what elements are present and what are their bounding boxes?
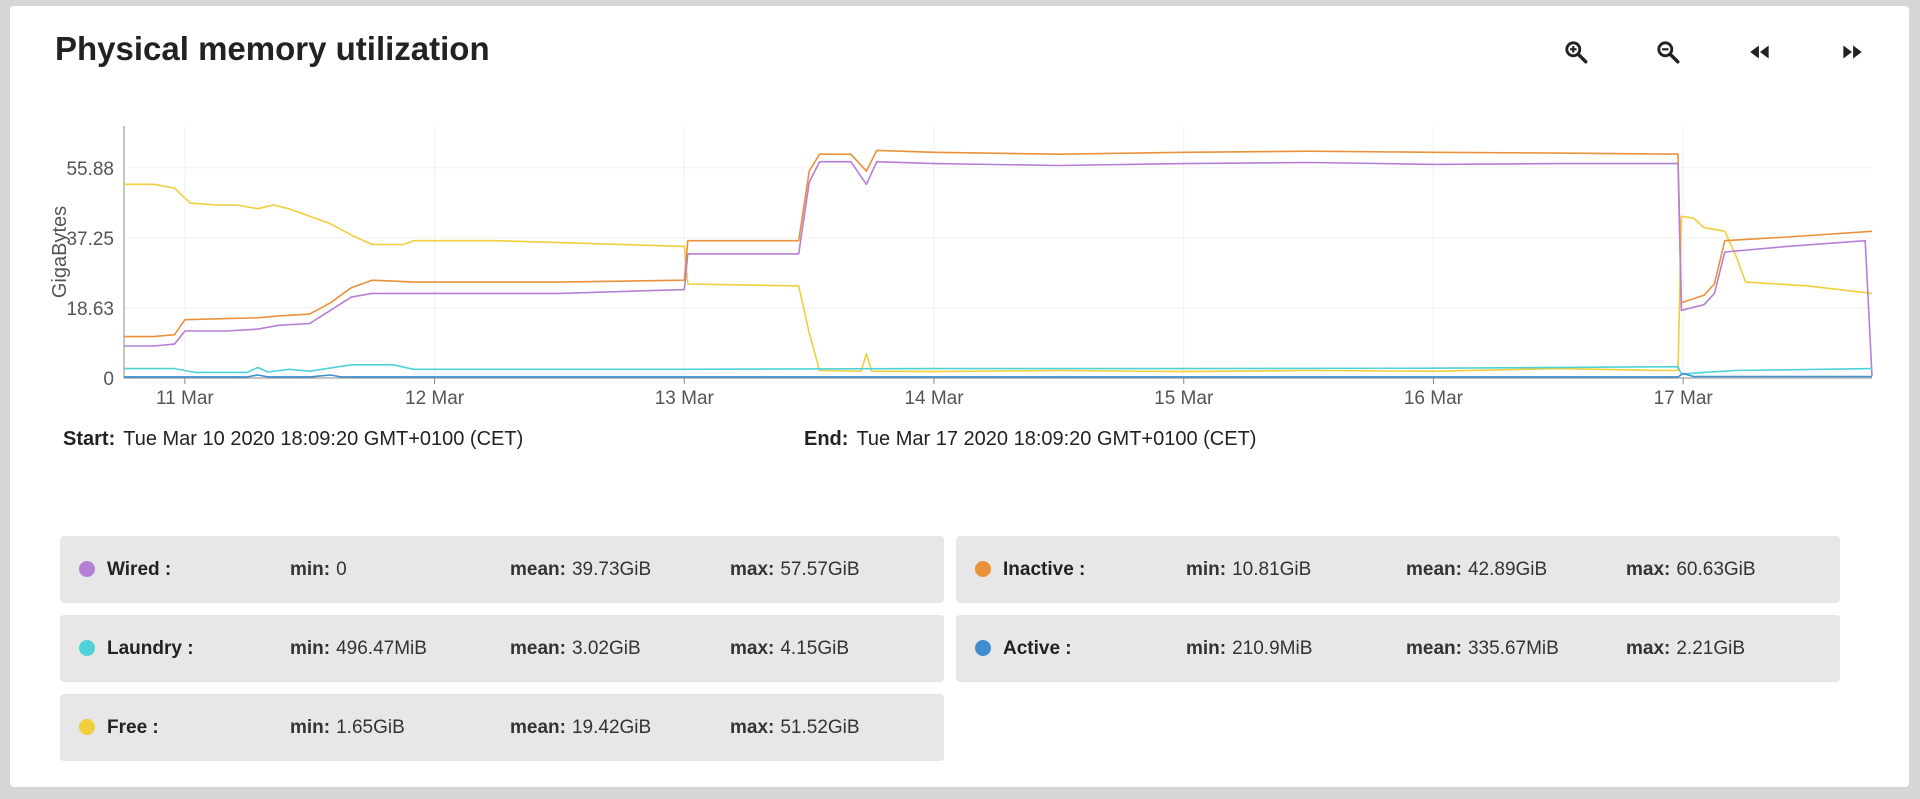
series-color-dot: [79, 561, 95, 577]
series-color-dot: [975, 561, 991, 577]
chart-card: Physical memory utilization 11 Mar 12 Ma…: [10, 6, 1909, 787]
pan-forward-button[interactable]: [1830, 30, 1874, 74]
series-name: Active :: [1003, 638, 1072, 659]
zoom-out-button[interactable]: [1646, 30, 1690, 74]
stat-min: min: 496.47MiB: [290, 638, 427, 660]
x-tick-label: 13 Mar: [655, 388, 715, 409]
stat-min-value: 10.81GiB: [1232, 559, 1312, 580]
stat-min: min: 210.9MiB: [1186, 638, 1312, 660]
stat-mean: mean: 3.02GiB: [510, 638, 641, 660]
start-label: Start:: [63, 428, 116, 450]
series-line-active: [124, 372, 1872, 378]
series-color-dot: [975, 640, 991, 656]
series-name: Inactive :: [1003, 559, 1086, 580]
y-axis-title: GigaBytes: [49, 206, 71, 298]
y-tick-label: 55.88: [66, 159, 114, 180]
fast-forward-icon: [1843, 45, 1862, 59]
stat-mean-label: mean:: [1406, 559, 1462, 580]
stat-max-value: 51.52GiB: [780, 717, 860, 738]
stat-max-label: max:: [1626, 559, 1671, 580]
stat-mean: mean: 335.67MiB: [1406, 638, 1559, 660]
stat-mean-label: mean:: [510, 717, 566, 738]
stat-min: min: 0: [290, 559, 347, 581]
stat-mean-value: 3.02GiB: [571, 638, 641, 659]
stat-mean-label: mean:: [510, 638, 566, 659]
end-time: End: Tue Mar 17 2020 18:09:20 GMT+0100 (C…: [804, 428, 1256, 451]
stat-mean: mean: 42.89GiB: [1406, 559, 1547, 581]
end-label: End:: [804, 428, 849, 450]
y-tick-label: 37.25: [66, 229, 114, 250]
start-value: Tue Mar 10 2020 18:09:20 GMT+0100 (CET): [123, 428, 524, 450]
x-tick-label: 15 Mar: [1154, 388, 1214, 409]
stat-min-label: min:: [290, 717, 331, 738]
stat-min: min: 1.65GiB: [290, 717, 405, 739]
legend: Wired : min: 0 mean: 39.73GiB max: 57.57GiB Ina…: [60, 536, 1850, 761]
x-tick-label: 14 Mar: [904, 388, 964, 409]
end-value: Tue Mar 17 2020 18:09:20 GMT+0100 (CET): [856, 428, 1257, 450]
series-line-inactive: [124, 149, 1873, 338]
stat-min-value: 1.65GiB: [336, 717, 405, 738]
stat-min-label: min:: [290, 559, 331, 580]
series-line-free: [124, 183, 1873, 373]
stat-mean: mean: 39.73GiB: [510, 559, 651, 581]
series-name: Free :: [107, 717, 159, 738]
stat-max-label: max:: [1626, 638, 1671, 659]
stat-mean-label: mean:: [1406, 638, 1462, 659]
stat-mean-value: 19.42GiB: [571, 717, 652, 738]
stat-min-label: min:: [1186, 559, 1227, 580]
legend-item[interactable]: Free : min: 1.65GiB mean: 19.42GiB max: 51.52G…: [60, 694, 944, 761]
stat-min: min: 10.81GiB: [1186, 559, 1311, 581]
stat-max: max: 4.15GiB: [730, 638, 849, 660]
legend-item[interactable]: Wired : min: 0 mean: 39.73GiB max: 57.57GiB: [60, 536, 944, 603]
y-tick-label: 0: [103, 369, 114, 390]
stat-max: max: 51.52GiB: [730, 717, 860, 739]
stat-max-label: max:: [730, 717, 775, 738]
stat-min-value: 210.9MiB: [1232, 638, 1313, 659]
stat-mean-value: 42.89GiB: [1467, 559, 1548, 580]
stat-max-value: 60.63GiB: [1676, 559, 1756, 580]
series-name: Laundry :: [107, 638, 194, 659]
stat-max-value: 4.15GiB: [780, 638, 850, 659]
stat-min-label: min:: [1186, 638, 1227, 659]
x-tick-label: 12 Mar: [405, 388, 465, 409]
start-time: Start: Tue Mar 10 2020 18:09:20 GMT+0100 …: [63, 428, 523, 451]
x-tick-label: 17 Mar: [1654, 388, 1714, 409]
zoom-in-button[interactable]: [1554, 30, 1598, 74]
y-tick-label: 18.63: [66, 299, 114, 320]
memory-line-chart[interactable]: 11 Mar 12 Mar 13 Mar 14 Mar 15 Mar 16 Mar 17 M…: [46, 116, 1886, 416]
rewind-icon: [1750, 45, 1769, 59]
stat-mean-label: mean:: [510, 559, 566, 580]
x-tick-label: 11 Mar: [156, 388, 214, 409]
stat-max: max: 57.57GiB: [730, 559, 860, 581]
stat-max-label: max:: [730, 638, 775, 659]
stat-max-value: 2.21GiB: [1676, 638, 1746, 659]
stat-mean: mean: 19.42GiB: [510, 717, 651, 739]
stat-min-value: 496.47MiB: [336, 638, 427, 659]
stat-max-label: max:: [730, 559, 775, 580]
series-line-wired: [124, 160, 1873, 377]
zoom-in-icon: [1565, 41, 1588, 64]
series-color-dot: [79, 719, 95, 735]
stat-max-value: 57.57GiB: [780, 559, 860, 580]
legend-item[interactable]: Inactive : min: 10.81GiB mean: 42.89GiB max: 6…: [956, 536, 1840, 603]
stat-mean-value: 335.67MiB: [1467, 638, 1559, 659]
stat-max: max: 60.63GiB: [1626, 559, 1756, 581]
stat-max: max: 2.21GiB: [1626, 638, 1745, 660]
series-name: Wired :: [107, 559, 172, 580]
stat-min-label: min:: [290, 638, 331, 659]
legend-item[interactable]: Laundry : min: 496.47MiB mean: 3.02GiB max: 4.…: [60, 615, 944, 682]
zoom-out-icon: [1657, 41, 1680, 64]
pan-back-button[interactable]: [1738, 30, 1782, 74]
legend-item[interactable]: Active : min: 210.9MiB mean: 335.67MiB max: 2.…: [956, 615, 1840, 682]
series-color-dot: [79, 640, 95, 656]
x-tick-label: 16 Mar: [1404, 388, 1464, 409]
page-title: Physical memory utilization: [55, 30, 490, 67]
chart-toolbar: [1554, 30, 1874, 74]
stat-mean-value: 39.73GiB: [571, 559, 652, 580]
stat-min-value: 0: [336, 559, 347, 580]
